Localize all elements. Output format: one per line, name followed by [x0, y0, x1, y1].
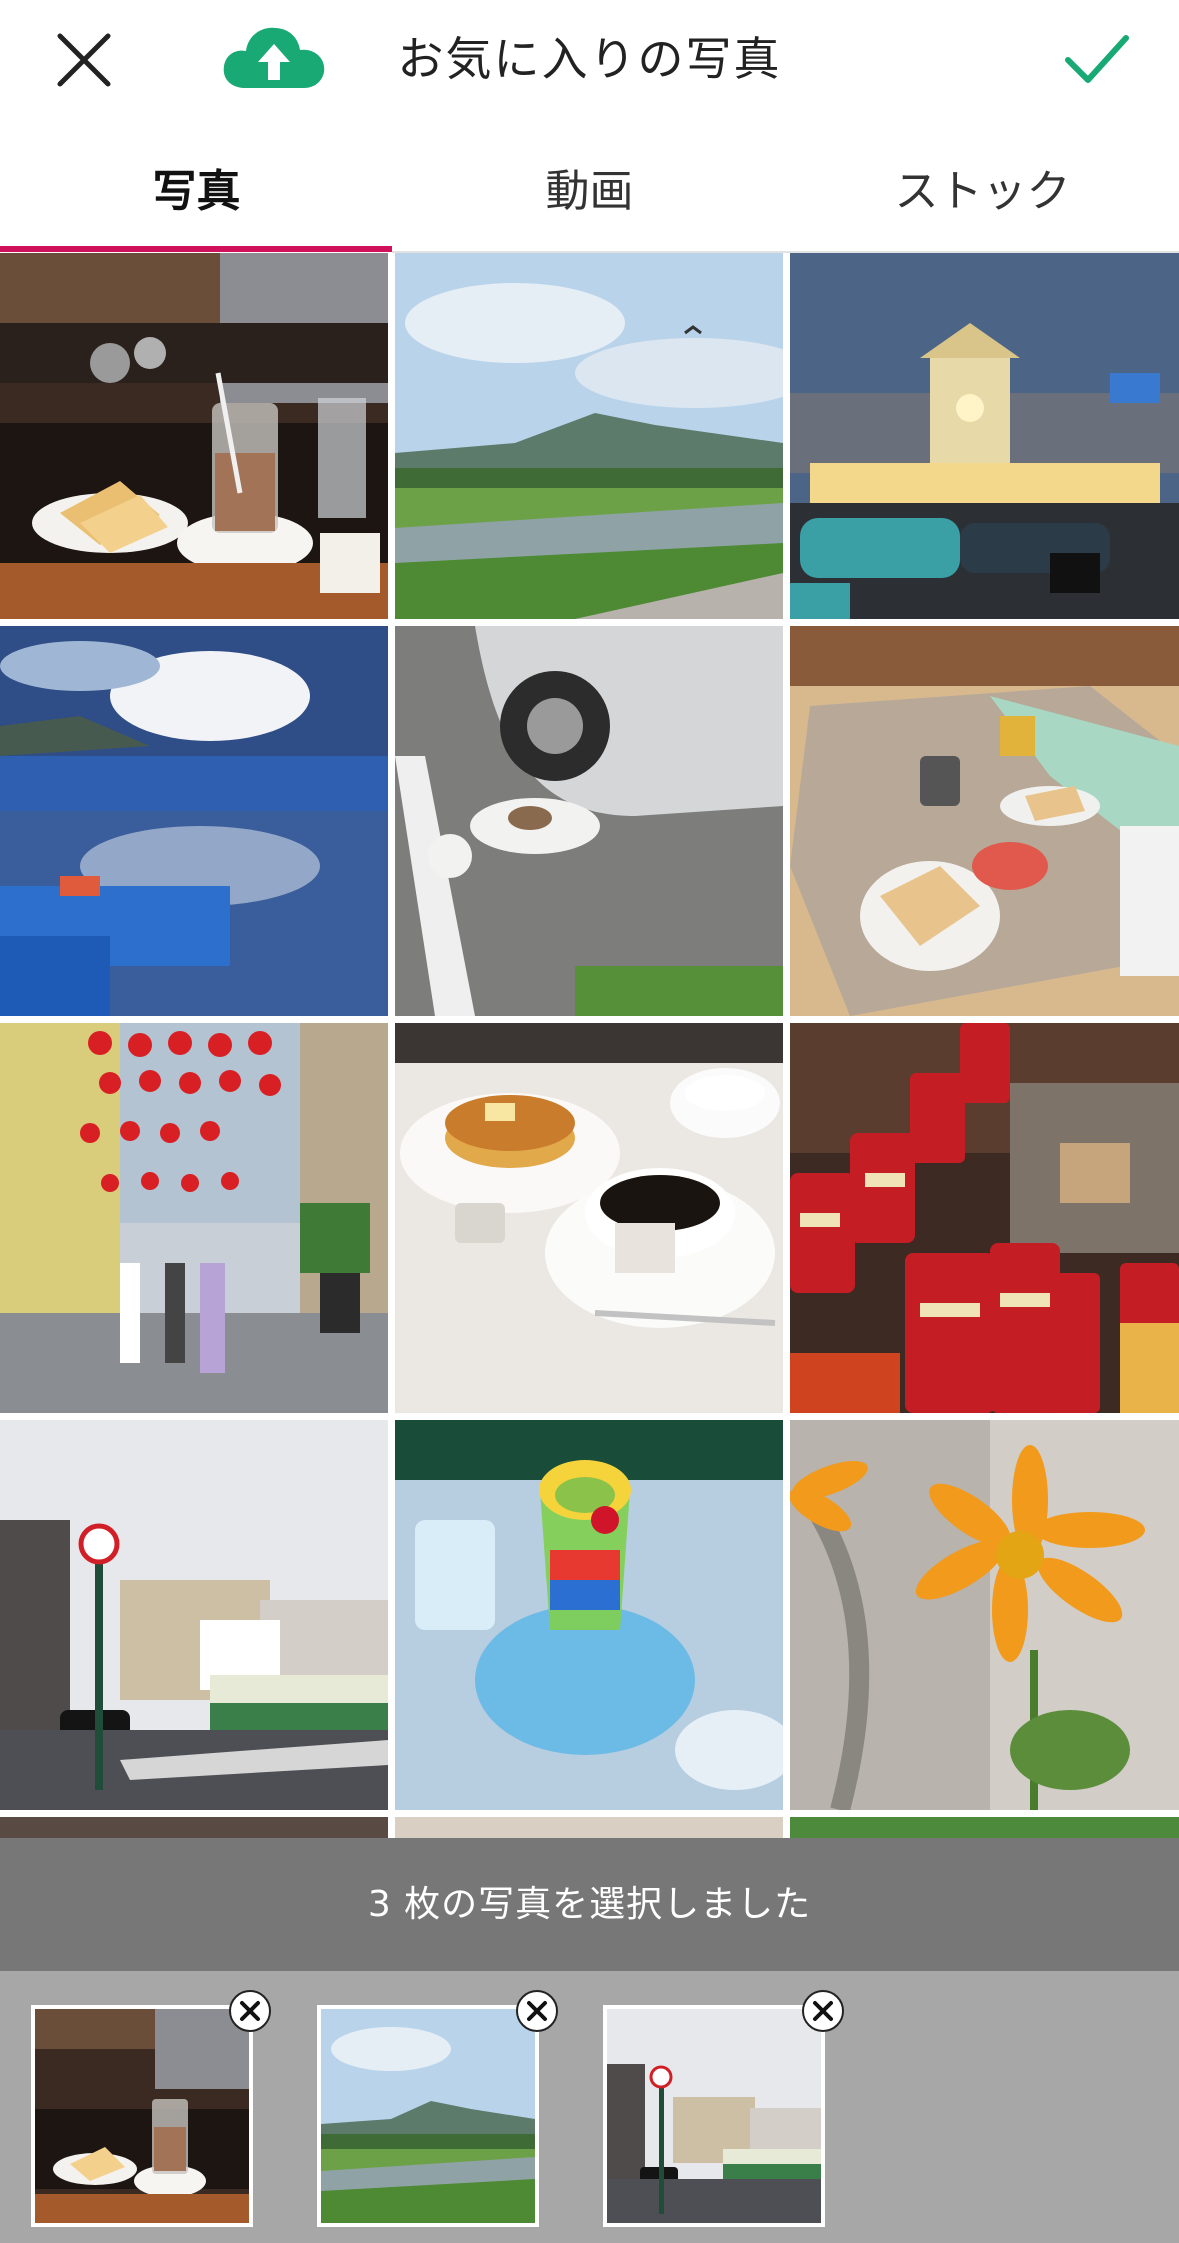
photo-clock-tower[interactable]: [790, 253, 1179, 619]
photo-thumbnail: [607, 2009, 821, 2223]
photo-thumbnail: [321, 2009, 535, 2223]
photo-thumbnail: [395, 1817, 783, 1838]
photo-thumbnail: [790, 1817, 1179, 1838]
remove-selection-button[interactable]: [802, 1990, 844, 2032]
photo-pancake-coffee[interactable]: [395, 1023, 783, 1413]
photo-thumbnail: [0, 253, 388, 619]
remove-selection-button[interactable]: [516, 1990, 558, 2032]
selected-thumb-cafe[interactable]: [31, 2005, 253, 2227]
photo-thumbnail: [0, 626, 388, 1016]
tab-photos[interactable]: 写真: [0, 140, 393, 252]
photo-street-bus[interactable]: [0, 1420, 388, 1810]
photo-thumbnail: [395, 1023, 783, 1413]
photo-thumbnail: [790, 1420, 1179, 1810]
photo-cat[interactable]: [395, 626, 783, 1016]
confirm-button[interactable]: [1062, 28, 1132, 88]
photo-river[interactable]: [395, 253, 783, 619]
photo-breakfast-table[interactable]: [790, 626, 1179, 1016]
photo-coffee-tins[interactable]: [790, 1023, 1179, 1413]
photo-fruit-jelly[interactable]: [395, 1420, 783, 1810]
photo-partial[interactable]: [0, 1817, 388, 1838]
photo-thumbnail: [790, 1023, 1179, 1413]
photo-cafe-toast[interactable]: [0, 253, 388, 619]
photo-thumbnail: [0, 1023, 388, 1413]
photo-partial[interactable]: [790, 1817, 1179, 1838]
active-tab-indicator: [0, 246, 392, 252]
photo-thumbnail: [790, 626, 1179, 1016]
selected-thumb-street-bus[interactable]: [603, 2005, 825, 2227]
selected-thumb-river[interactable]: [317, 2005, 539, 2227]
remove-icon: [813, 2001, 833, 2021]
tab-videos[interactable]: 動画: [393, 140, 786, 252]
photo-lantern-street[interactable]: [0, 1023, 388, 1413]
photo-cosmos-flower[interactable]: [790, 1420, 1179, 1810]
photo-thumbnail: [395, 1420, 783, 1810]
photo-thumbnail: [790, 253, 1179, 619]
selection-count-banner: 3 枚の写真を選択しました: [0, 1838, 1179, 1971]
checkmark-icon: [1065, 35, 1129, 83]
photo-grid: [0, 253, 1179, 1838]
page-title: お気に入りの写真: [397, 32, 782, 86]
media-tabs: 写真 動画 ストック: [0, 140, 1179, 252]
tab-stock[interactable]: ストック: [786, 140, 1179, 252]
photo-thumbnail: [395, 626, 783, 1016]
remove-selection-button[interactable]: [229, 1990, 271, 2032]
photo-thumbnail: [395, 253, 783, 619]
photo-thumbnail: [35, 2009, 249, 2223]
photo-thumbnail: [0, 1817, 388, 1838]
photo-harbor[interactable]: [0, 626, 388, 1016]
photo-partial[interactable]: [395, 1817, 783, 1838]
remove-icon: [240, 2001, 260, 2021]
photo-thumbnail: [0, 1420, 388, 1810]
remove-icon: [527, 2001, 547, 2021]
